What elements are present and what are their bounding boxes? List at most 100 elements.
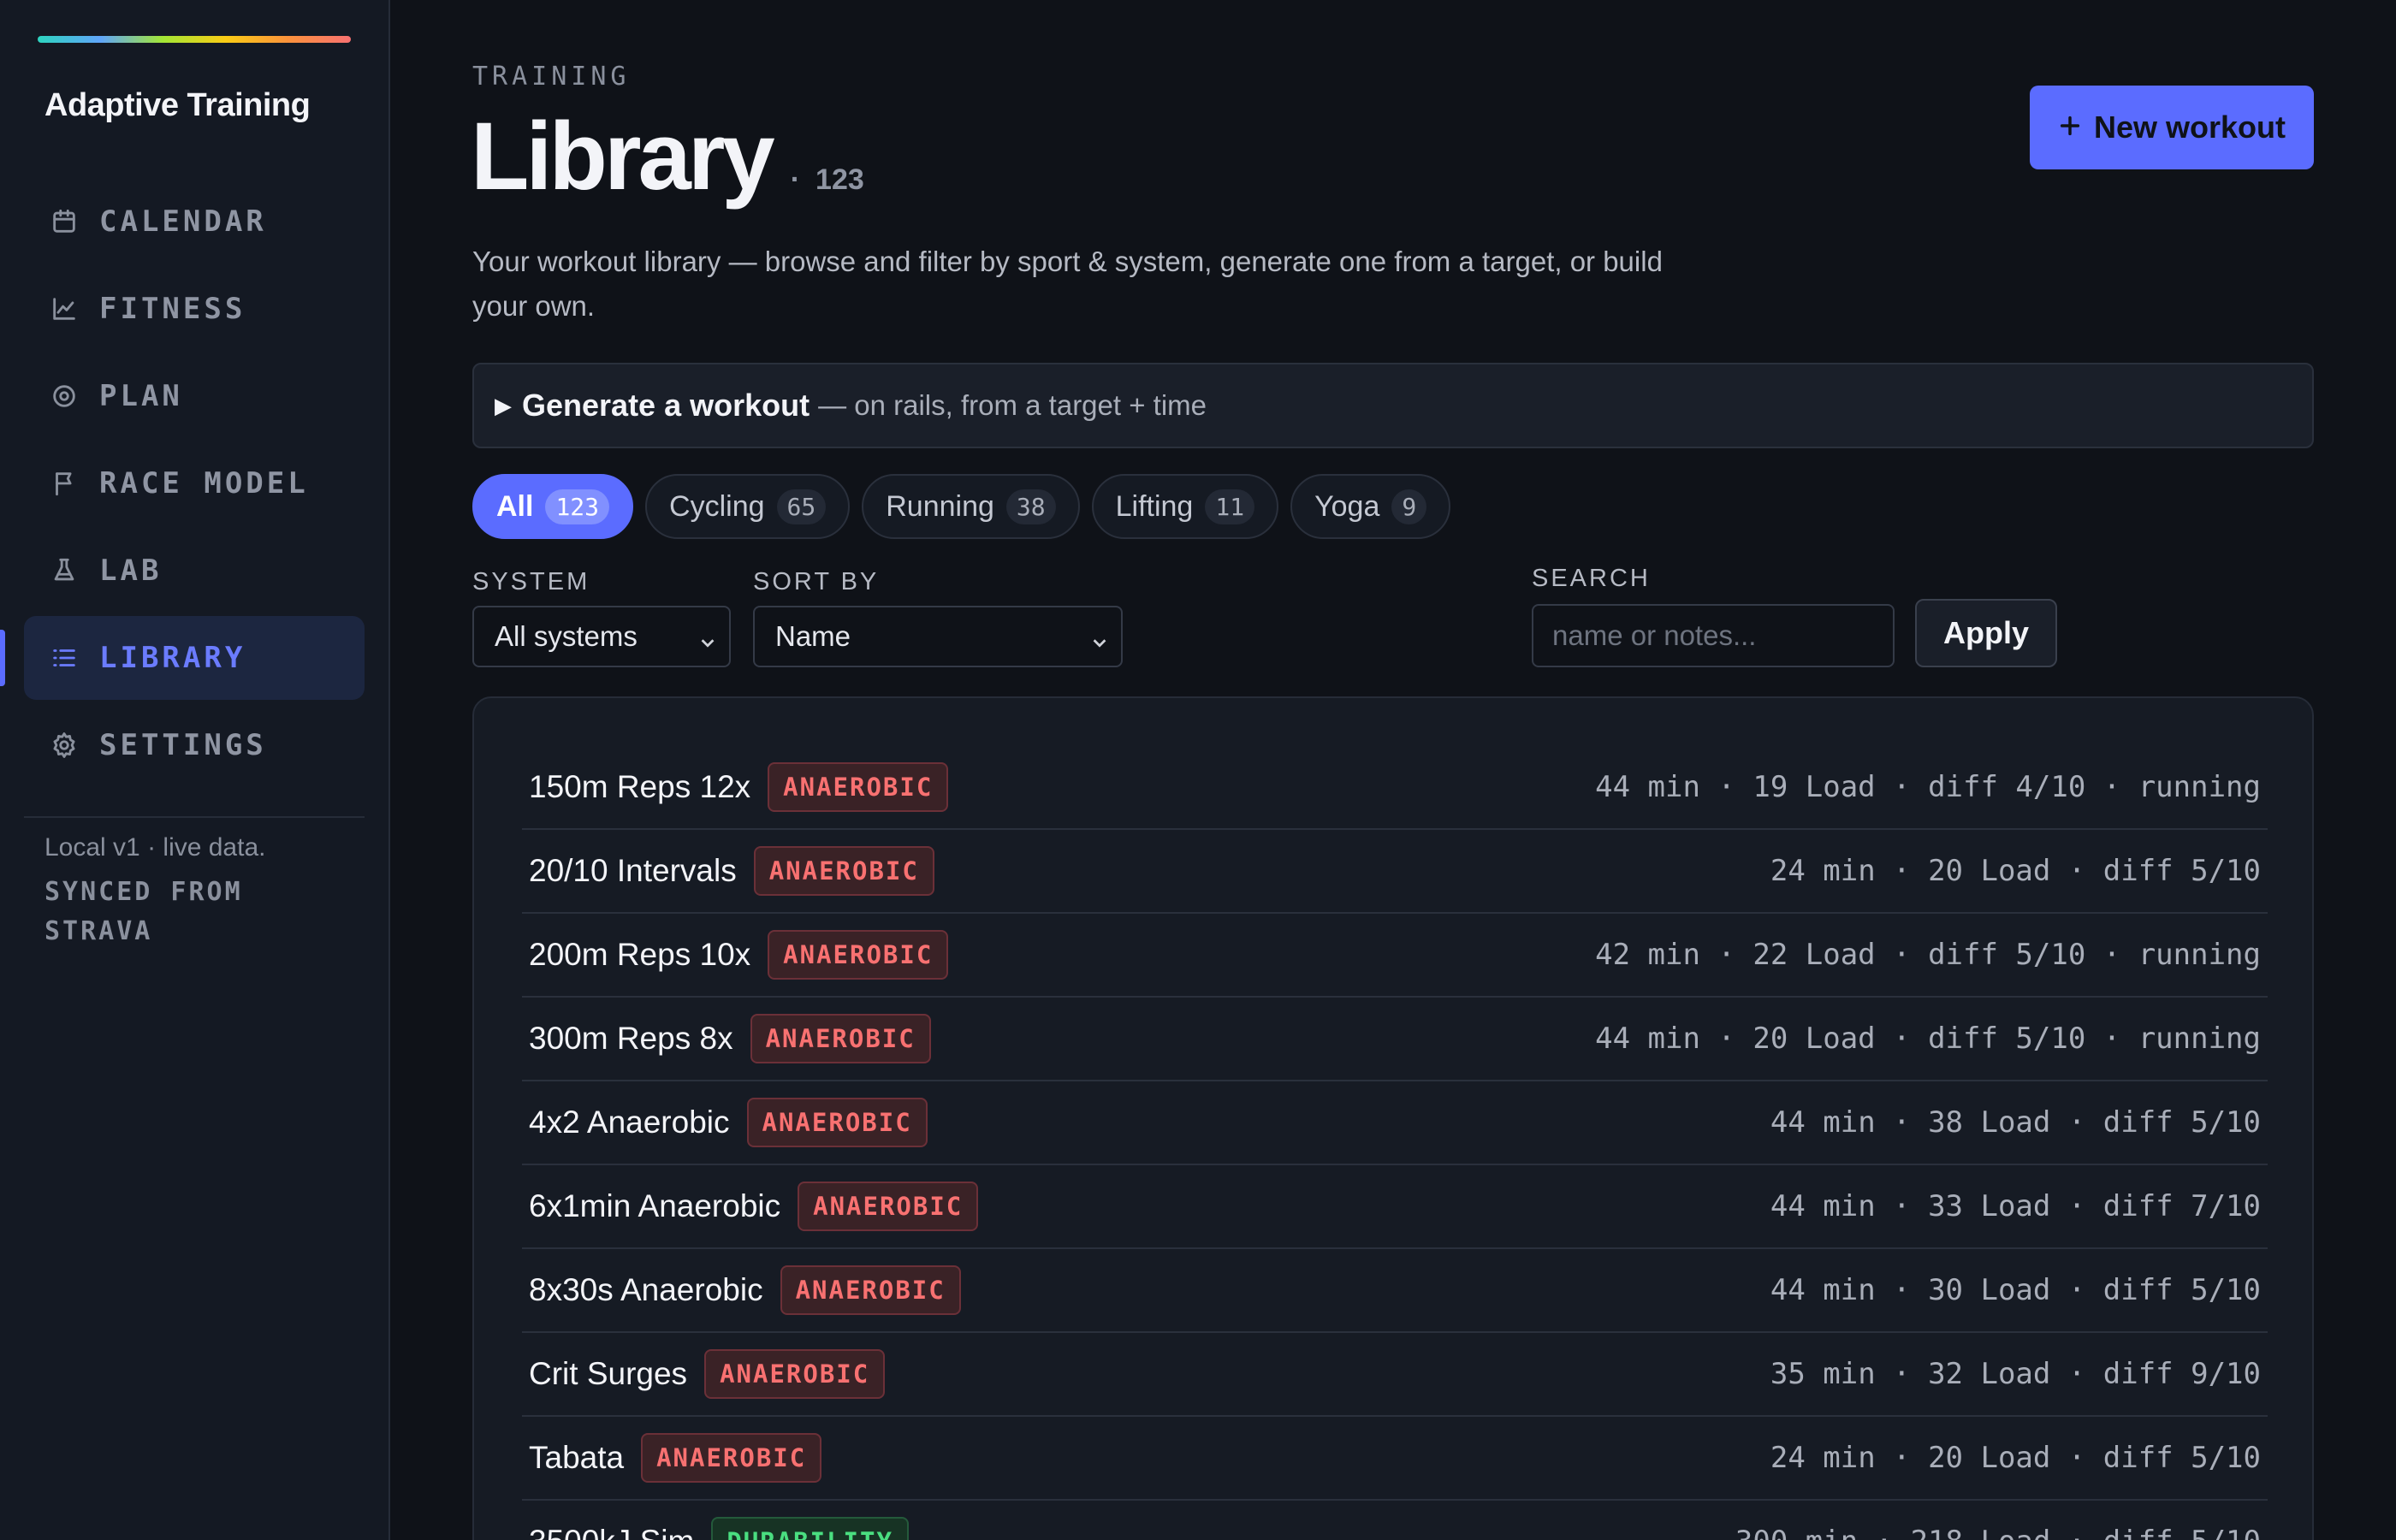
- system-tag: ANAEROBIC: [753, 846, 934, 896]
- list-item[interactable]: Crit Surges ANAEROBIC 35 min · 32 Load · d…: [522, 1333, 2268, 1417]
- search-input[interactable]: [1532, 604, 1895, 667]
- chip-cycling[interactable]: Cycling 65: [645, 474, 851, 539]
- workout-title-group: 20/10 Intervals ANAEROBIC: [529, 846, 934, 896]
- chip-label: All: [496, 489, 534, 523]
- list-item[interactable]: 6x1min Anaerobic ANAEROBIC 44 min · 33 Loa…: [522, 1165, 2268, 1249]
- workout-name: Tabata: [529, 1440, 625, 1475]
- apply-button[interactable]: Apply: [1915, 599, 2057, 667]
- system-tag: ANAEROBIC: [798, 1182, 979, 1231]
- sidebar: Adaptive Training CALENDAR FITNESS PLAN: [0, 0, 390, 1540]
- sidebar-item-lab[interactable]: LAB: [24, 529, 365, 613]
- workout-meta: 300 min · 218 Load · diff 5/10: [1735, 1525, 2261, 1540]
- workout-meta: 44 min · 30 Load · diff 5/10: [1770, 1273, 2261, 1307]
- chip-yoga[interactable]: Yoga 9: [1290, 474, 1451, 539]
- system-tag: ANAEROBIC: [704, 1349, 886, 1399]
- chip-count: 9: [1391, 489, 1427, 524]
- workout-meta: 35 min · 32 Load · diff 9/10: [1770, 1357, 2261, 1391]
- chevron-down-icon: [698, 626, 717, 648]
- workout-title-group: 200m Reps 10x ANAEROBIC: [529, 930, 949, 980]
- chip-label: Cycling: [669, 489, 765, 523]
- count-separator: ·: [790, 163, 801, 196]
- sidebar-divider: [24, 816, 365, 818]
- chip-label: Running: [886, 489, 994, 523]
- list-item[interactable]: 8x30s Anaerobic ANAEROBIC 44 min · 30 Load…: [522, 1249, 2268, 1333]
- sort-select-value: Name: [775, 620, 851, 652]
- system-tag: ANAEROBIC: [768, 930, 949, 980]
- list-icon: [48, 642, 80, 674]
- system-select[interactable]: All systems: [472, 606, 731, 667]
- workout-title-group: Tabata ANAEROBIC: [529, 1433, 822, 1483]
- sidebar-footer: Local v1 · live data. SYNCED FROM STRAVA: [44, 833, 267, 951]
- system-tag: ANAEROBIC: [780, 1265, 961, 1315]
- workout-name: 200m Reps 10x: [529, 937, 751, 972]
- system-tag: DURABILITY: [711, 1517, 909, 1540]
- generate-subtitle: — on rails, from a target + time: [818, 389, 1207, 421]
- sport-filter-chips: All 123 Cycling 65 Running 38 Lifting 11…: [472, 474, 1451, 539]
- target-icon: [48, 380, 80, 412]
- app-brand[interactable]: Adaptive Training: [44, 87, 311, 124]
- sidebar-item-label: RACE MODEL: [99, 466, 309, 500]
- chip-lifting[interactable]: Lifting 11: [1091, 474, 1279, 539]
- workout-name: 3500kJ Sim: [529, 1524, 694, 1540]
- workout-meta: 44 min · 20 Load · diff 5/10 · running: [1595, 1022, 2261, 1056]
- list-item[interactable]: 200m Reps 10x ANAEROBIC 42 min · 22 Load ·…: [522, 914, 2268, 998]
- sidebar-item-label: PLAN: [99, 379, 183, 413]
- flask-icon: [48, 554, 80, 587]
- page-description: Your workout library — browse and filter…: [472, 246, 1663, 322]
- sidebar-item-settings[interactable]: SETTINGS: [24, 703, 365, 787]
- sidebar-item-library[interactable]: LIBRARY: [0, 616, 365, 700]
- list-item[interactable]: 20/10 Intervals ANAEROBIC 24 min · 20 Load…: [522, 830, 2268, 914]
- page-title: Library: [471, 103, 775, 210]
- new-workout-button[interactable]: New workout: [2030, 86, 2314, 169]
- list-item[interactable]: 3500kJ Sim DURABILITY 300 min · 218 Load ·…: [522, 1501, 2268, 1540]
- main-content: TRAINING Library · 123 New workout Your w…: [390, 0, 2396, 1540]
- workout-count: · 123: [791, 163, 864, 197]
- system-filter-label: SYSTEM: [472, 568, 590, 595]
- workout-meta: 24 min · 20 Load · diff 5/10: [1770, 1441, 2261, 1475]
- sidebar-item-fitness[interactable]: FITNESS: [24, 267, 365, 351]
- sidebar-item-calendar[interactable]: CALENDAR: [24, 180, 365, 264]
- workout-list-card: 150m Reps 12x ANAEROBIC 44 min · 19 Load ·…: [472, 696, 2314, 1540]
- workout-title-group: 150m Reps 12x ANAEROBIC: [529, 762, 949, 812]
- gear-icon: [48, 729, 80, 761]
- active-indicator: [0, 630, 5, 686]
- workout-title-group: 4x2 Anaerobic ANAEROBIC: [529, 1098, 928, 1147]
- sort-label: SORT BY: [753, 568, 880, 595]
- workout-meta: 42 min · 22 Load · diff 5/10 · running: [1595, 938, 2261, 972]
- chip-all[interactable]: All 123: [472, 474, 634, 539]
- search-label: SEARCH: [1532, 565, 1651, 592]
- list-item[interactable]: 150m Reps 12x ANAEROBIC 44 min · 19 Load ·…: [522, 746, 2268, 830]
- count-value: 123: [815, 163, 864, 196]
- sidebar-item-race-model[interactable]: RACE MODEL: [24, 441, 365, 525]
- new-workout-label: New workout: [2093, 110, 2286, 145]
- chip-label: Lifting: [1115, 489, 1194, 523]
- workout-title-group: 300m Reps 8x ANAEROBIC: [529, 1014, 931, 1063]
- flag-icon: [48, 467, 80, 500]
- page-title-row: Library · 123: [471, 101, 864, 211]
- list-item[interactable]: 4x2 Anaerobic ANAEROBIC 44 min · 38 Load ·…: [522, 1081, 2268, 1165]
- chip-running[interactable]: Running 38: [862, 474, 1080, 539]
- chip-count: 123: [545, 489, 610, 524]
- page-eyebrow: TRAINING: [472, 62, 631, 92]
- sidebar-nav: CALENDAR FITNESS PLAN RACE MODEL LAB LIB…: [0, 180, 365, 791]
- sidebar-item-label: SETTINGS: [99, 728, 267, 762]
- workout-meta: 44 min · 19 Load · diff 4/10 · running: [1595, 770, 2261, 804]
- workout-list: 150m Reps 12x ANAEROBIC 44 min · 19 Load ·…: [522, 746, 2268, 1540]
- triangle-right-icon: ▶: [495, 392, 512, 418]
- system-tag: ANAEROBIC: [768, 762, 949, 812]
- sort-select[interactable]: Name: [753, 606, 1123, 667]
- list-item[interactable]: 300m Reps 8x ANAEROBIC 44 min · 20 Load · …: [522, 998, 2268, 1081]
- sidebar-item-label: CALENDAR: [99, 204, 267, 239]
- sidebar-item-plan[interactable]: PLAN: [24, 354, 365, 438]
- generate-workout-toggle[interactable]: ▶ Generate a workout — on rails, from a …: [472, 363, 2314, 448]
- sync-status: SYNCED FROM STRAVA: [44, 877, 243, 946]
- sidebar-item-label: LIBRARY: [99, 641, 246, 675]
- list-item[interactable]: Tabata ANAEROBIC 24 min · 20 Load · diff 5…: [522, 1417, 2268, 1501]
- sidebar-item-label: FITNESS: [99, 292, 246, 326]
- system-tag: ANAEROBIC: [750, 1014, 931, 1063]
- chip-count: 38: [1005, 489, 1056, 524]
- system-select-value: All systems: [495, 620, 638, 652]
- workout-title-group: 6x1min Anaerobic ANAEROBIC: [529, 1182, 979, 1231]
- chart-line-icon: [48, 293, 80, 325]
- calendar-icon: [48, 205, 80, 238]
